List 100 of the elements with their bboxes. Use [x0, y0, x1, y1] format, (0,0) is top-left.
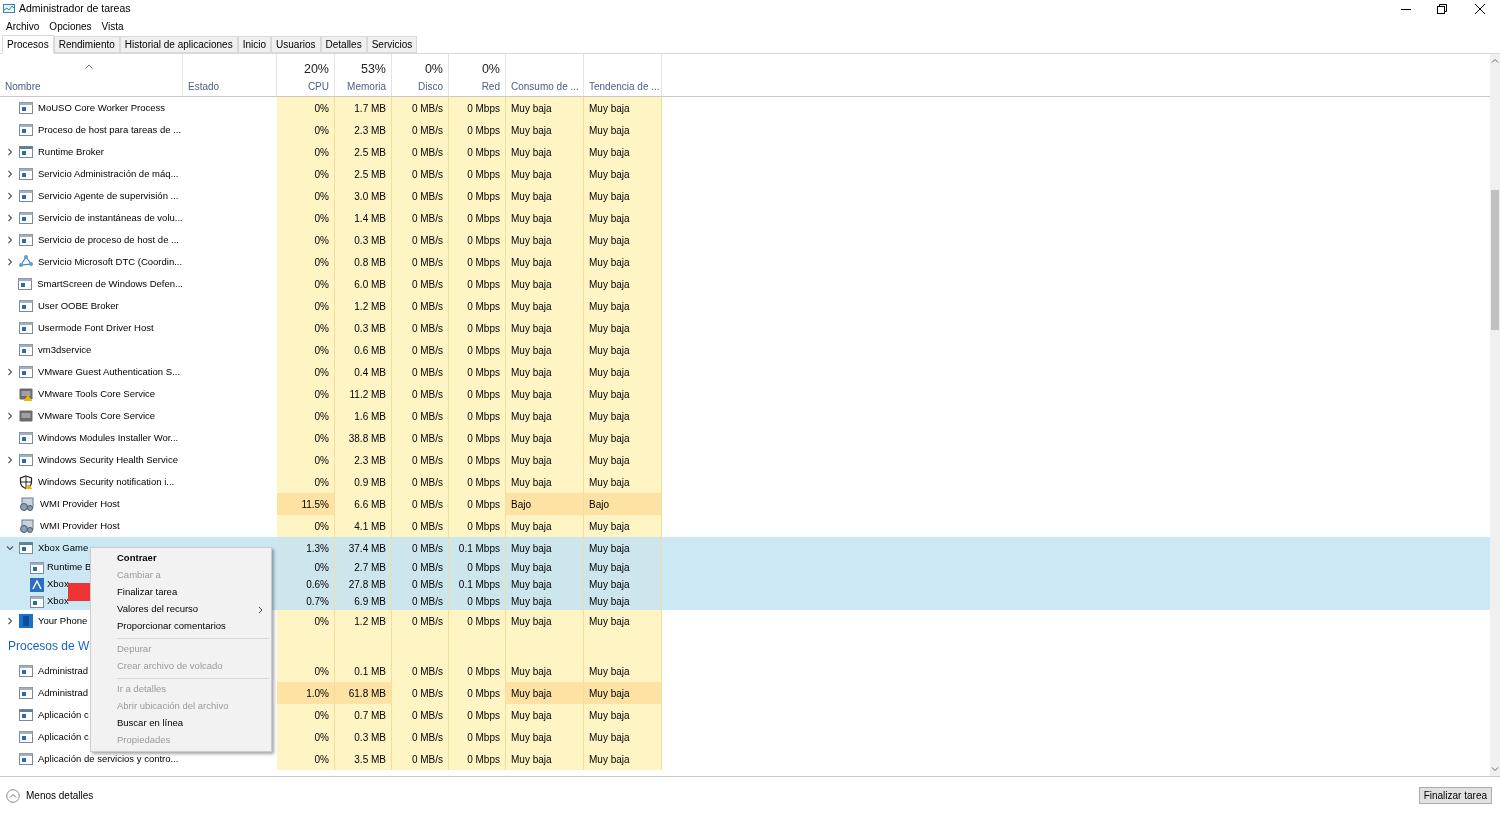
process-name: vm3dservice — [38, 342, 92, 357]
table-cell: 0% — [277, 515, 335, 537]
chevron-down-icon[interactable] — [6, 544, 14, 552]
table-cell: 0 Mbps — [449, 405, 506, 427]
table-cell: 0% — [277, 704, 335, 726]
table-cell: Muy baja — [584, 593, 662, 610]
chevron-right-icon[interactable] — [6, 192, 14, 200]
column-header[interactable]: Disco — [418, 79, 443, 94]
tab[interactable]: Usuarios — [271, 36, 321, 53]
table-cell: 0 MB/s — [392, 229, 449, 251]
process-name: Servicio Microsoft DTC (Coordin... — [38, 254, 183, 269]
chevron-right-icon[interactable] — [6, 148, 14, 156]
minimize-icon — [1401, 8, 1411, 10]
table-cell: 6.9 MB — [335, 593, 392, 610]
table-cell: Muy baja — [506, 748, 584, 770]
table-cell: 0.3 MB — [335, 726, 392, 748]
process-name: Proceso de host para tareas de ... — [38, 122, 182, 137]
table-cell: 0 Mbps — [449, 515, 506, 537]
process-name: Servicio Agente de supervisión ... — [38, 188, 179, 203]
scrollbar-thumb[interactable] — [1491, 190, 1499, 330]
table-cell: Muy baja — [506, 726, 584, 748]
table-cell: 0 MB/s — [392, 660, 449, 682]
window-icon — [19, 212, 33, 224]
tab[interactable]: Servicios — [366, 36, 418, 53]
table-cell: 0 MB/s — [392, 471, 449, 493]
table-cell: 0% — [277, 726, 335, 748]
menu-item[interactable]: Buscar en línea — [91, 715, 271, 732]
scrollbar[interactable] — [1490, 54, 1500, 776]
table-cell: Muy baja — [584, 559, 662, 576]
table-cell: Muy baja — [584, 361, 662, 383]
chevron-right-icon[interactable] — [6, 258, 14, 266]
table-cell: 0% — [277, 660, 335, 682]
menu-item[interactable]: Opciones — [49, 18, 92, 34]
window-icon — [19, 731, 33, 743]
table-cell: Muy baja — [506, 229, 584, 251]
chevron-right-icon[interactable] — [6, 412, 14, 420]
table-cell: Muy baja — [506, 515, 584, 537]
table-cell: 0 Mbps — [449, 427, 506, 449]
process-name: Servicio de proceso de host de ... — [38, 232, 179, 247]
table-cell: Muy baja — [584, 537, 662, 559]
table-cell: 0.3 MB — [335, 229, 392, 251]
process-name: Aplicación c — [38, 707, 89, 722]
process-name: WMI Provider Host — [40, 518, 120, 533]
table-cell: Muy baja — [506, 427, 584, 449]
menu-item[interactable]: Vista — [101, 18, 124, 34]
table-cell: Muy baja — [506, 383, 584, 405]
process-name: Windows Security notification i... — [38, 474, 175, 489]
table-cell: 0.1 Mbps — [449, 537, 506, 559]
tab[interactable]: Procesos — [2, 35, 54, 54]
table-cell: 0% — [277, 273, 335, 295]
tab[interactable]: Detalles — [320, 36, 367, 53]
menu-item[interactable]: Contraer — [91, 550, 271, 567]
table-cell: 1.2 MB — [335, 610, 392, 632]
table-cell: 0% — [277, 97, 335, 119]
table-cell: Muy baja — [506, 593, 584, 610]
menu-item[interactable]: Proporcionar comentarios — [91, 618, 271, 635]
table-cell: 6.6 MB — [335, 493, 392, 515]
table-cell: Muy baja — [506, 119, 584, 141]
column-header[interactable]: Memoria — [347, 79, 386, 94]
table-cell: 11.5% — [277, 493, 335, 515]
table-cell: 0% — [277, 119, 335, 141]
window-icon — [19, 344, 33, 356]
network-icon — [19, 255, 33, 269]
chevron-right-icon[interactable] — [6, 214, 14, 222]
window-icon — [18, 278, 33, 290]
table-cell: Muy baja — [506, 251, 584, 273]
process-name: Runtime Broker — [38, 144, 104, 159]
process-name: SmartScreen de Windows Defen... — [37, 276, 183, 291]
chevron-right-icon[interactable] — [6, 170, 14, 178]
table-cell: Muy baja — [506, 295, 584, 317]
table-cell: 2.7 MB — [335, 559, 392, 576]
column-header[interactable]: Consumo de ... — [511, 79, 579, 94]
tab[interactable]: Rendimiento — [53, 36, 120, 53]
table-cell: 0 MB/s — [392, 493, 449, 515]
column-total: 0% — [424, 61, 443, 79]
table-cell: 0% — [277, 317, 335, 339]
chevron-right-icon[interactable] — [6, 236, 14, 244]
column-header[interactable]: CPU — [307, 79, 329, 94]
table-cell: 0 Mbps — [449, 229, 506, 251]
menu-item[interactable]: Archivo — [6, 18, 40, 34]
app-icon — [30, 577, 44, 592]
menu-item[interactable]: Valores del recurso — [91, 601, 271, 618]
window-title: Administrador de tareas — [19, 1, 131, 17]
end-task-button[interactable]: Finalizar tarea — [1418, 787, 1492, 804]
chevron-right-icon[interactable] — [6, 617, 14, 625]
table-cell: Muy baja — [584, 660, 662, 682]
column-header[interactable]: Estado — [188, 79, 220, 94]
tab[interactable]: Historial de aplicaciones — [119, 36, 238, 53]
menu-item[interactable]: Finalizar tarea — [91, 584, 271, 601]
table-cell: 38.8 MB — [335, 427, 392, 449]
process-name: Administrad — [38, 685, 89, 700]
chevron-right-icon[interactable] — [6, 456, 14, 464]
chevron-right-icon[interactable] — [6, 368, 14, 376]
less-details-button[interactable]: Menos detalles — [6, 788, 94, 803]
table-cell: 0 MB/s — [392, 537, 449, 559]
column-header[interactable]: Red — [481, 79, 500, 94]
column-header[interactable]: Nombre — [5, 79, 41, 94]
column-header[interactable]: Tendencia de ... — [589, 79, 660, 94]
tab[interactable]: Inicio — [237, 36, 272, 53]
window-icon — [19, 709, 33, 721]
